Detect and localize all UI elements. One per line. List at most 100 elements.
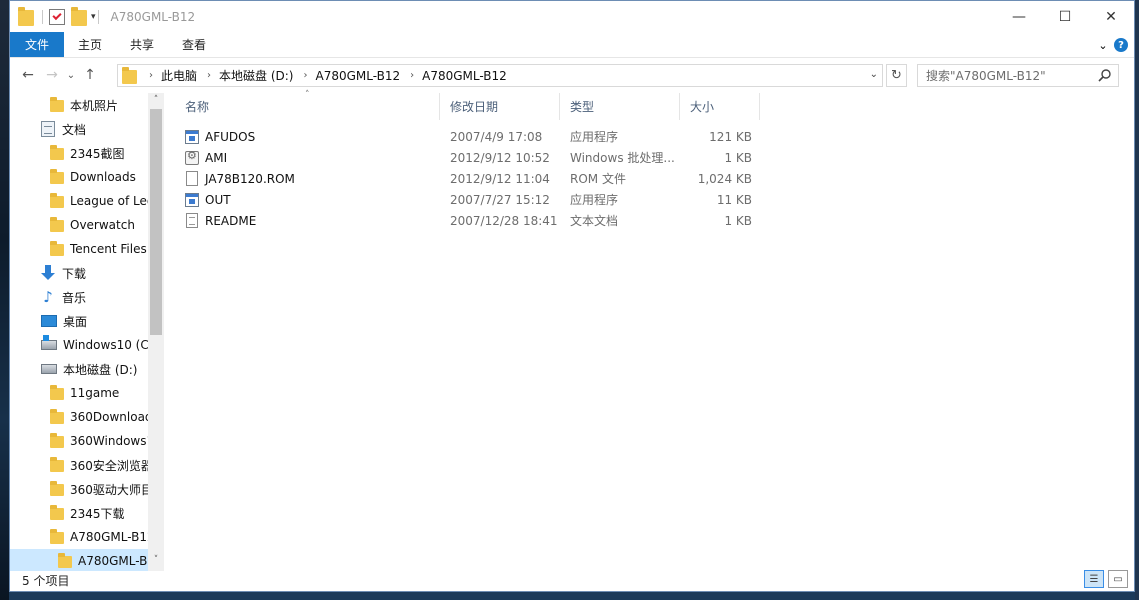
scroll-down-icon[interactable]: ˅ [148, 555, 164, 569]
sidebar-item[interactable]: A780GML-B12 [10, 525, 164, 549]
scrollbar-thumb[interactable] [150, 109, 162, 335]
file-type: 应用程序 [570, 193, 619, 207]
desktop-icon [41, 315, 57, 327]
sidebar-item[interactable]: 本机照片 [10, 93, 164, 117]
breadcrumb-separator-icon[interactable]: › [299, 70, 311, 81]
sidebar-item[interactable]: 2345下载 [10, 501, 164, 525]
text-file-icon [186, 213, 198, 228]
up-button[interactable]: ↑ [78, 67, 102, 83]
scroll-up-icon[interactable]: ˄ [148, 95, 164, 109]
customize-toolbar-icon[interactable]: ▾ [91, 12, 96, 22]
breadcrumb-folder-current[interactable]: A780GML-B12 [418, 69, 513, 83]
file-row-ami[interactable]: AMI 2012/9/12 10:52 Windows 批处理... 1 KB [175, 147, 760, 168]
file-size: 1 KB [724, 213, 752, 228]
sidebar-item[interactable]: 360Download [10, 405, 164, 429]
desktop-background-strip [0, 0, 9, 600]
file-name: OUT [205, 192, 231, 207]
breadcrumb-local-disk-d[interactable]: 本地磁盘 (D:) [215, 67, 299, 84]
ribbon-right-controls: ⌄ ? [1092, 32, 1134, 58]
tab-home[interactable]: 主页 [64, 32, 116, 57]
sidebar-item[interactable]: Downloads [10, 165, 164, 189]
navigation-pane-scrollbar[interactable]: ˄ ˅ [148, 93, 164, 571]
refresh-button[interactable]: ↻ [886, 64, 907, 87]
sidebar-item-label: 音乐 [62, 290, 87, 305]
sidebar-item-label: 2345下载 [70, 506, 125, 521]
tab-view[interactable]: 查看 [168, 32, 220, 57]
address-dropdown-icon[interactable]: ⌄ [870, 69, 878, 80]
sidebar-item-current-folder[interactable]: A780GML-B [10, 549, 164, 571]
large-icons-view-icon[interactable]: ▭ [1108, 570, 1128, 588]
sort-ascending-icon: ˄ [305, 90, 310, 100]
sidebar-item[interactable]: 360Windows1 [10, 429, 164, 453]
sidebar-item[interactable]: Tencent Files [10, 237, 164, 261]
file-name-cell: OUT [175, 192, 440, 207]
sidebar-item[interactable]: Overwatch [10, 213, 164, 237]
maximize-button[interactable]: ☐ [1042, 1, 1088, 32]
sidebar-item-label: 11game [70, 386, 120, 400]
file-name: README [205, 213, 257, 228]
documents-icon [41, 121, 55, 137]
address-bar[interactable]: › 此电脑 › 本地磁盘 (D:) › A780GML-B12 › A780GM… [117, 64, 883, 87]
sidebar-item[interactable]: 360驱动大师目 [10, 477, 164, 501]
desktop-background-edge [1135, 0, 1139, 600]
search-input[interactable]: 搜索"A780GML-B12" [917, 64, 1119, 87]
folder-icon [50, 241, 64, 256]
sidebar-item-desktop[interactable]: 桌面 [10, 309, 164, 333]
title-bar: ▾ A780GML-B12 — ☐ ✕ [10, 1, 1134, 32]
sidebar-item-label: League of Leg [70, 194, 155, 208]
file-date: 2012/9/12 11:04 [450, 171, 550, 186]
properties-icon[interactable] [49, 8, 65, 25]
close-button[interactable]: ✕ [1088, 1, 1134, 32]
sidebar-item[interactable]: 2345截图 [10, 141, 164, 165]
file-row-readme[interactable]: README 2007/12/28 18:41 文本文档 1 KB [175, 210, 760, 231]
expand-ribbon-icon[interactable]: ⌄ [1092, 39, 1114, 52]
file-name: AMI [205, 150, 228, 165]
column-size-header[interactable]: 大小 [680, 93, 760, 120]
file-row-afudos[interactable]: AFUDOS 2007/4/9 17:08 应用程序 121 KB [175, 126, 760, 147]
new-folder-icon[interactable] [71, 6, 87, 26]
sidebar-item-music[interactable]: ♪ 音乐 [10, 285, 164, 309]
details-view-icon[interactable]: ☰ [1084, 570, 1104, 588]
breadcrumb-this-pc[interactable]: 此电脑 [157, 67, 203, 84]
sidebar-item-drive-d[interactable]: 本地磁盘 (D:) [10, 357, 164, 381]
file-name: AFUDOS [205, 129, 256, 144]
sidebar-item-downloads[interactable]: 下载 [10, 261, 164, 285]
file-row-out[interactable]: OUT 2007/7/27 15:12 应用程序 11 KB [175, 189, 760, 210]
column-name-header[interactable]: 名称 ˄ [175, 90, 440, 120]
sidebar-item[interactable]: League of Leg [10, 189, 164, 213]
file-rows: AFUDOS 2007/4/9 17:08 应用程序 121 KB AMI 20… [175, 126, 760, 231]
column-type-label: 类型 [570, 100, 595, 114]
file-name-cell: README [175, 213, 440, 228]
sidebar-item-documents[interactable]: 文档 [10, 117, 164, 141]
status-bar: 5 个项目 ☰ ▭ [10, 569, 1134, 591]
forward-button[interactable]: → [40, 67, 64, 83]
sidebar-item-drive-c[interactable]: Windows10 (C: [10, 333, 164, 357]
recent-locations-button[interactable]: ⌄ [64, 70, 78, 81]
column-date-label: 修改日期 [450, 100, 499, 114]
column-type-header[interactable]: 类型 [560, 93, 680, 120]
folder-icon [58, 553, 72, 568]
application-icon [185, 192, 199, 207]
search-icon[interactable] [1098, 68, 1112, 82]
minimize-button[interactable]: — [996, 1, 1042, 32]
sidebar-item[interactable]: 11game [10, 381, 164, 405]
tab-share[interactable]: 共享 [116, 32, 168, 57]
window-title: A780GML-B12 [110, 9, 196, 24]
tab-file[interactable]: 文件 [10, 32, 64, 57]
sidebar-item-label: 360Windows1 [70, 434, 155, 448]
back-button[interactable]: ← [16, 67, 40, 83]
help-icon[interactable]: ? [1114, 38, 1128, 52]
breadcrumb-separator-icon[interactable]: › [406, 70, 418, 81]
navigation-bar: ← → ⌄ ↑ › 此电脑 › 本地磁盘 (D:) › A780GML-B12 … [10, 58, 1134, 92]
sidebar-item[interactable]: 360安全浏览器 [10, 453, 164, 477]
breadcrumb-separator-icon[interactable]: › [145, 70, 157, 81]
column-date-header[interactable]: 修改日期 [440, 93, 560, 120]
breadcrumb-folder-parent[interactable]: A780GML-B12 [311, 69, 406, 83]
column-headers: 名称 ˄ 修改日期 类型 大小 [175, 90, 760, 120]
item-count: 5 个项目 [22, 573, 70, 588]
breadcrumb-separator-icon[interactable]: › [203, 70, 215, 81]
file-row-rom[interactable]: JA78B120.ROM 2012/9/12 11:04 ROM 文件 1,02… [175, 168, 760, 189]
file-name-cell: JA78B120.ROM [175, 171, 440, 186]
folder-icon[interactable] [18, 6, 34, 26]
file-name-cell: AFUDOS [175, 129, 440, 144]
